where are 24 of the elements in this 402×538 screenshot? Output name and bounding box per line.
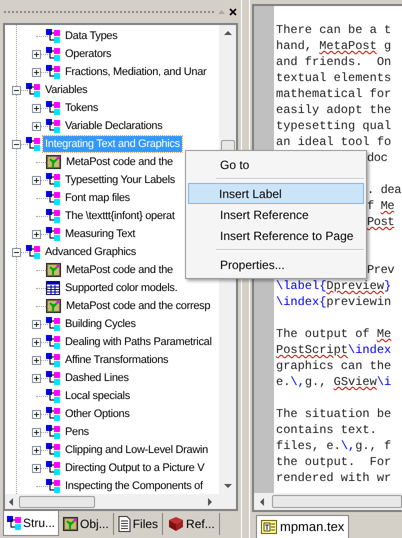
code-line: \label{Dpreview} <box>276 279 392 293</box>
code-line: rendered with wr <box>276 471 392 485</box>
code-line: Post <box>367 215 394 229</box>
code-line: PostScript\index <box>276 343 392 357</box>
code-line: an ideal tool fo <box>276 135 392 149</box>
code-line: \index{previewin <box>276 295 392 309</box>
code-line: and friends. On <box>276 55 392 69</box>
code-line: easily adopt the <box>276 103 392 117</box>
code-line: doc <box>367 151 388 165</box>
code-line: graphics can the <box>276 359 392 373</box>
code-line: There can be a t <box>276 23 392 37</box>
code-line: e.\,g., GSview\i <box>276 375 392 389</box>
code-line: The situation be <box>276 407 392 421</box>
code-line: mathematical for <box>276 87 392 101</box>
code-line: f Me <box>367 199 394 213</box>
code-line: The output of Me <box>276 327 392 341</box>
code-line: hand, MetaPost g <box>276 39 392 53</box>
code-line: . dea <box>367 183 402 197</box>
code-line: files, e.\,g., f <box>276 439 392 453</box>
code-line: typesetting qual <box>276 119 392 133</box>
code-line: textual elements <box>276 71 392 85</box>
code-line: contains text. <box>276 423 377 437</box>
code-line: Prev <box>367 263 394 277</box>
code-line: the output. For <box>276 455 392 469</box>
